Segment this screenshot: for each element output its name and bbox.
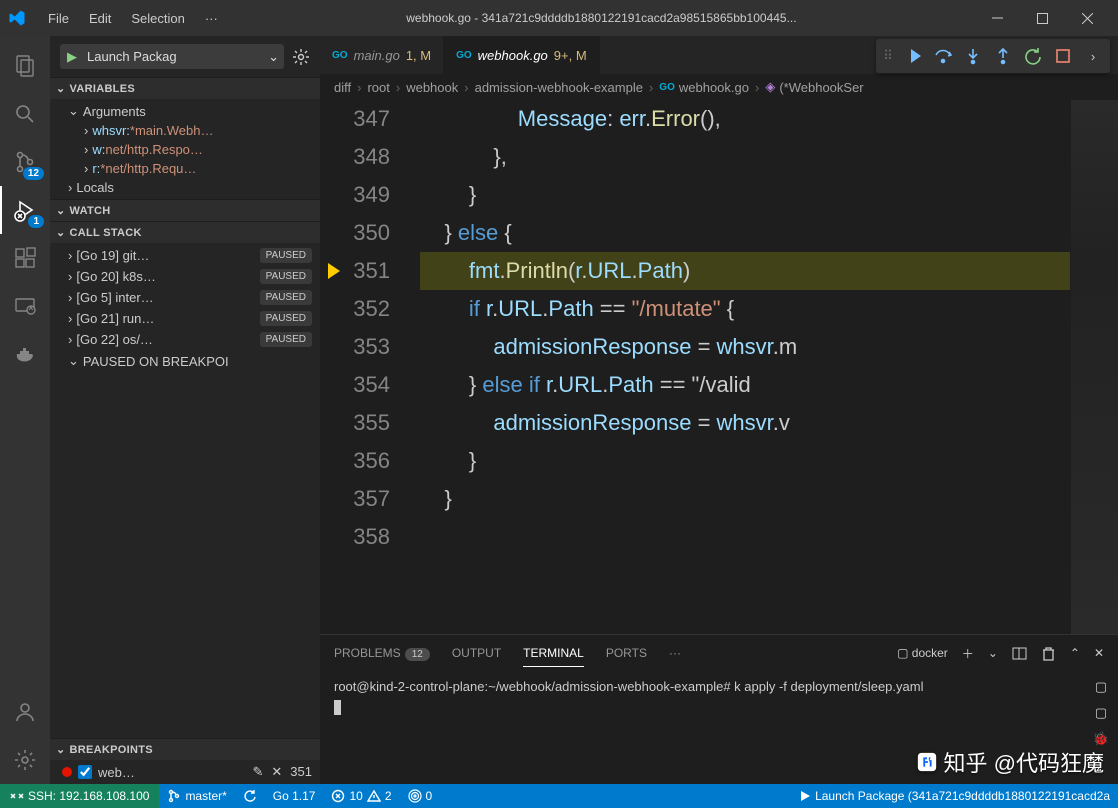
symbol-icon: ◈ [765,79,775,95]
title-bar: File Edit Selection ··· webhook.go - 341… [0,0,1118,36]
go-file-icon: GO [456,50,472,61]
menu-more[interactable]: ··· [195,11,228,26]
panel-more-icon[interactable]: ··· [669,640,681,666]
terminal-tab[interactable]: TERMINAL [523,640,584,667]
terminal-cursor [334,700,341,715]
sync-status[interactable] [235,784,265,808]
close-panel-icon[interactable]: ✕ [1094,646,1104,660]
watch-section-header[interactable]: ⌄WATCH [50,200,320,221]
callstack-item[interactable]: ›[Go 19] git…PAUSED [50,245,320,266]
editor-tabs: GOmain.go 1, M GOwebhook.go 9+, M ⠿ › ··… [320,36,1118,74]
tab-webhook-go[interactable]: GOwebhook.go 9+, M [444,36,600,74]
ports-status[interactable]: 0 [400,784,441,808]
watermark: 知乎 @代码狂魔 [916,746,1104,778]
callstack-item[interactable]: ›[Go 5] inter…PAUSED [50,287,320,308]
go-file-icon: GO [659,82,675,93]
edit-breakpoint-icon[interactable]: ✎ [252,764,263,780]
scm-badge: 12 [23,167,44,180]
variable-item[interactable]: ›whsvr: *main.Webh… [50,121,320,140]
breakpoint-checkbox[interactable] [78,765,92,779]
line-gutter: 347348349350351352353354355356357358 [320,100,410,634]
status-bar: SSH: 192.168.108.100 master* Go 1.17 10 … [0,784,1118,808]
variables-section-header[interactable]: ⌄VARIABLES [50,78,320,99]
problems-tab[interactable]: PROBLEMS12 [334,640,430,666]
continue-button[interactable] [898,41,928,71]
debug-settings-icon[interactable] [292,48,310,66]
chevron-down-icon: ⌄ [268,49,279,65]
variable-item[interactable]: ›r: *net/http.Requ… [50,159,320,178]
launch-status[interactable]: Launch Package (341a721c9ddddb1880122191… [791,784,1118,808]
callstack-section-header[interactable]: ⌄CALL STACK [50,222,320,243]
minimap[interactable] [1070,100,1118,634]
callstack-item[interactable]: ›[Go 22] os/…PAUSED [50,329,320,350]
remote-status[interactable]: SSH: 192.168.108.100 [0,784,159,808]
breakpoint-item[interactable]: web… ✎ ✕ 351 [50,760,320,784]
menu-edit[interactable]: Edit [79,11,121,26]
minimize-button[interactable] [975,0,1020,36]
breakpoint-line: 351 [290,764,312,780]
settings-gear-icon[interactable] [0,736,50,784]
problems-status[interactable]: 10 2 [323,784,399,808]
output-tab[interactable]: OUTPUT [452,640,501,666]
menu-selection[interactable]: Selection [121,11,194,26]
new-terminal-icon[interactable]: ＋ [962,645,974,662]
remote-tab[interactable] [0,282,50,330]
term-instance-icon[interactable]: ▢ [1095,705,1107,721]
explorer-tab[interactable] [0,42,50,90]
window-title: webhook.go - 341a721c9ddddb1880122191cac… [228,11,975,25]
ports-tab[interactable]: PORTS [606,640,647,666]
docker-tab[interactable] [0,330,50,378]
variable-item[interactable]: ›w: net/http.Respo… [50,140,320,159]
terminal-dropdown-icon[interactable]: ⌄ [988,646,998,660]
term-debug-icon[interactable]: 🐞 [1093,731,1109,747]
code-editor[interactable]: Message: err.Error(), }, } } else { fmt.… [410,100,1070,634]
terminal-shell-select[interactable]: ▢ docker [897,646,948,660]
extensions-tab[interactable] [0,234,50,282]
debug-more-icon[interactable]: › [1078,41,1108,71]
variables-group[interactable]: ⌄Arguments [50,101,320,121]
debug-sidebar: ▶ Launch Packaɡ ⌄ ⌄VARIABLES ⌄Arguments … [50,36,320,784]
editor-area: GOmain.go 1, M GOwebhook.go 9+, M ⠿ › ··… [320,36,1118,784]
vscode-logo-icon [8,9,26,27]
maximize-panel-icon[interactable]: ⌃ [1070,646,1080,660]
stop-button[interactable] [1048,41,1078,71]
go-version-status[interactable]: Go 1.17 [265,784,324,808]
step-over-button[interactable] [928,41,958,71]
debug-badge: 1 [28,215,44,228]
branch-status[interactable]: master* [159,784,234,808]
terminal-prompt: root@kind-2-control-plane:~/webhook/admi… [334,679,731,694]
breakpoint-dot-icon [62,767,72,777]
remove-breakpoint-icon[interactable]: ✕ [271,764,282,780]
go-file-icon: GO [332,50,348,61]
search-tab[interactable] [0,90,50,138]
kill-terminal-icon[interactable] [1041,646,1056,661]
callstack-item[interactable]: ›[Go 21] run…PAUSED [50,308,320,329]
debug-tab[interactable]: 1 [0,186,50,234]
maximize-button[interactable] [1020,0,1065,36]
debug-toolbar: ⠿ › [876,39,1110,73]
drag-handle-icon[interactable]: ⠿ [878,48,898,64]
step-into-button[interactable] [958,41,988,71]
account-icon[interactable] [0,688,50,736]
start-debug-icon: ▶ [67,49,77,65]
breakpoints-section-header[interactable]: ⌄BREAKPOINTS [50,739,320,760]
menu-file[interactable]: File [38,11,79,26]
close-button[interactable] [1065,0,1110,36]
breakpoint-label: web… [98,765,135,780]
step-out-button[interactable] [988,41,1018,71]
variables-locals[interactable]: ›Locals [50,178,320,197]
split-terminal-icon[interactable] [1012,646,1027,661]
tab-main-go[interactable]: GOmain.go 1, M [320,36,444,74]
restart-button[interactable] [1018,41,1048,71]
breadcrumb[interactable]: diff› root› webhook› admission-webhook-e… [320,74,1118,100]
activity-bar: 12 1 [0,36,50,784]
source-control-tab[interactable]: 12 [0,138,50,186]
term-instance-icon[interactable]: ▢ [1095,679,1107,695]
launch-config-select[interactable]: ▶ Launch Packaɡ ⌄ [60,44,284,69]
callstack-paused-label: ⌄PAUSED ON BREAKPOI [50,350,320,372]
terminal-command: k apply -f deployment/sleep.yaml [731,679,924,694]
callstack-item[interactable]: ›[Go 20] k8s…PAUSED [50,266,320,287]
